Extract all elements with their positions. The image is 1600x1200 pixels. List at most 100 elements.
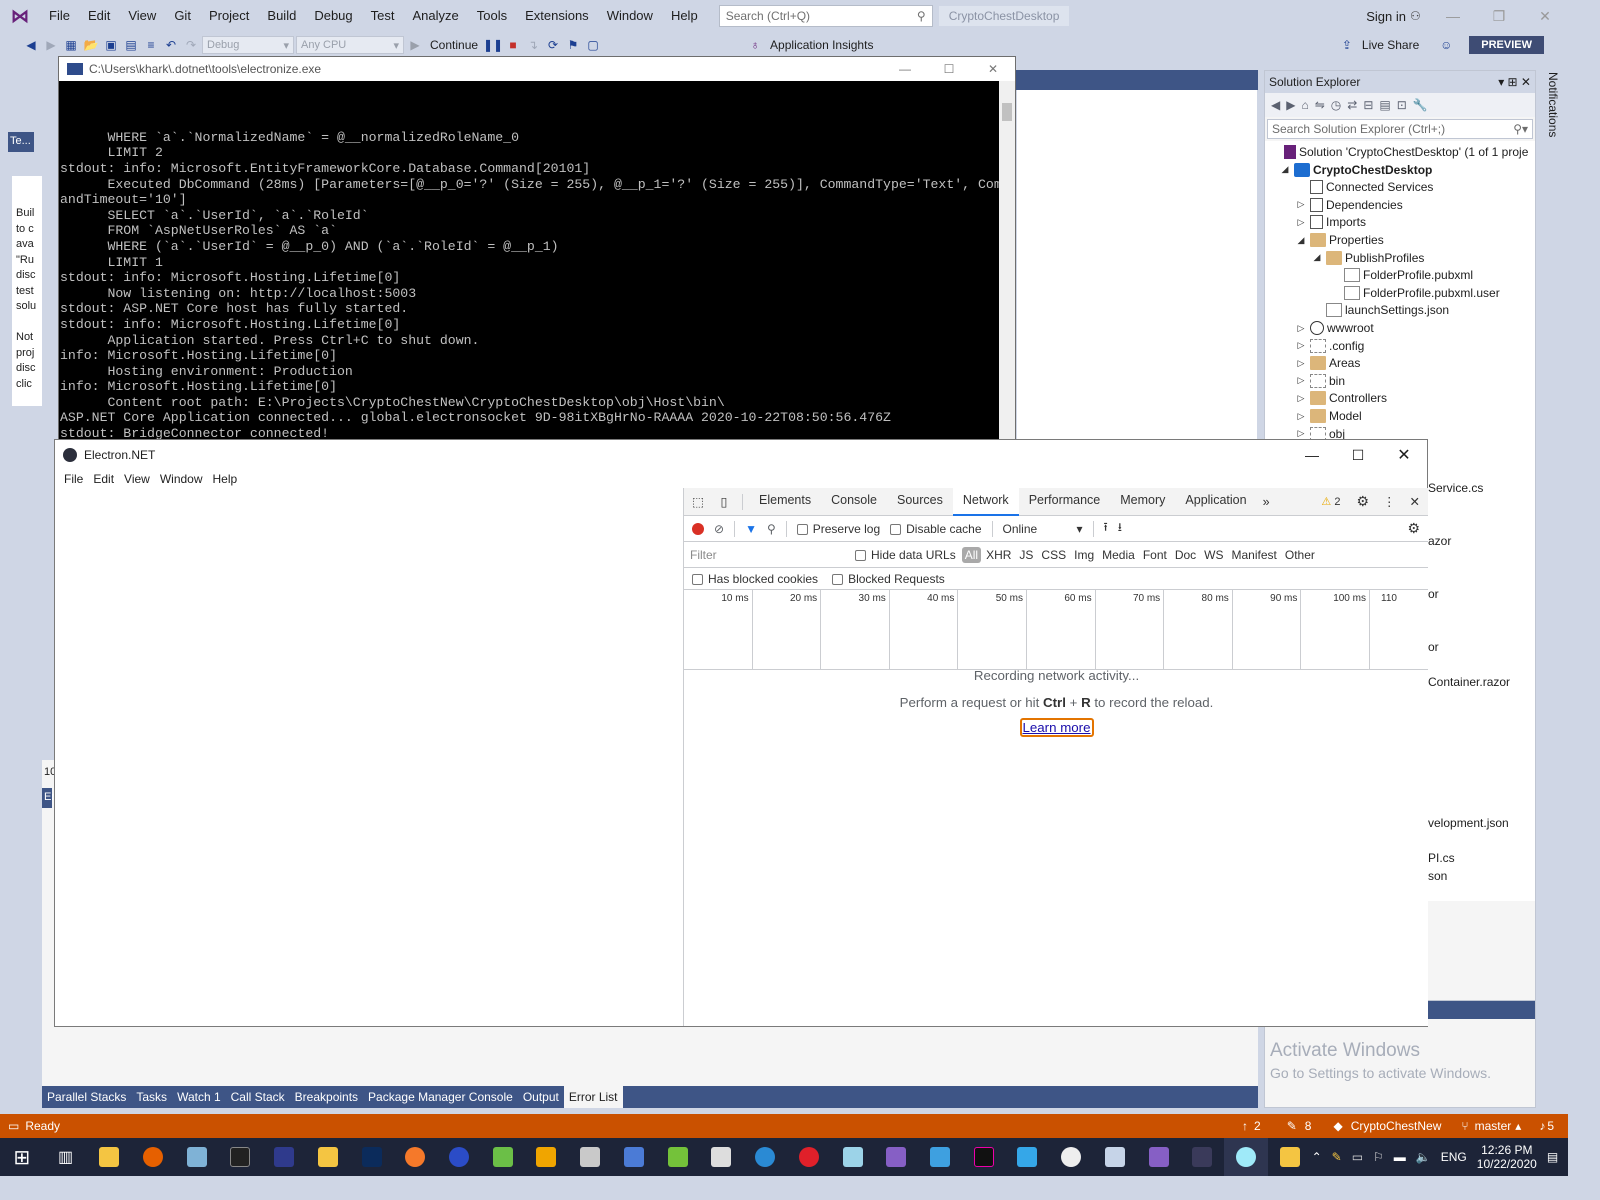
notifications-count[interactable]: 5 [1547,1119,1554,1133]
bottom-tab-parallel-stacks[interactable]: Parallel Stacks [42,1086,131,1108]
tree-item[interactable]: Solution 'CryptoChestDesktop' (1 of 1 pr… [1269,143,1528,161]
learn-more-link[interactable]: Learn more [1019,718,1094,737]
type-filter-img[interactable]: Img [1071,547,1097,563]
devtools-tab-memory[interactable]: Memory [1110,487,1175,516]
error-panel-tab[interactable]: Er [42,788,55,808]
terminal-icon[interactable] [219,1138,263,1176]
volume-icon[interactable]: 🔈 [1416,1150,1431,1164]
tray-icon-1[interactable]: ✎ [1332,1150,1342,1164]
sign-in-link[interactable]: Sign in [1366,9,1406,24]
tray-expand-icon[interactable]: ⌃ [1312,1150,1322,1164]
console-minimize-icon[interactable]: — [883,62,927,76]
task-view-icon[interactable]: ▥ [44,1138,88,1176]
tree-item[interactable]: ▷ Dependencies [1295,196,1403,214]
tree-item[interactable]: ◢ PublishProfiles [1311,249,1424,267]
notifications-tab[interactable]: Notifications [1546,72,1560,137]
menu-item-window[interactable]: Window [598,0,662,32]
collapsed-arrow-icon[interactable]: ▷ [1295,411,1307,422]
electron-maximize-icon[interactable]: ☐ [1335,447,1381,464]
notifications-bell-icon[interactable]: ♪ [1539,1119,1545,1133]
save-icon[interactable]: ▣ [102,36,120,54]
back-icon[interactable]: ◀ [22,36,40,54]
console-close-icon[interactable]: ✕ [971,62,1015,76]
app-insights-icon[interactable]: ♁ [746,36,764,54]
inspect-element-icon[interactable]: ⬚ [684,494,712,509]
collapsed-arrow-icon[interactable]: ▷ [1295,358,1307,369]
format-icon[interactable]: ≡ [142,36,160,54]
stop-icon[interactable]: ■ [504,36,522,54]
menu-item-edit[interactable]: Edit [79,0,119,32]
tree-item[interactable]: ▷ Areas [1295,354,1360,372]
tree-item[interactable]: launchSettings.json [1311,301,1449,319]
pane-controls-icon[interactable]: ▾ ⊞ ✕ [1498,75,1531,89]
home-icon[interactable]: ⌂ [1301,98,1308,112]
throttling-dropdown[interactable]: Online ▾ [1003,522,1083,536]
bottom-tab-watch-1[interactable]: Watch 1 [172,1086,226,1108]
devtools-settings-icon[interactable]: ⚙ [1340,493,1377,510]
bottom-tab-tasks[interactable]: Tasks [131,1086,172,1108]
menu-item-analyze[interactable]: Analyze [403,0,467,32]
tree-item[interactable]: FolderProfile.pubxml [1329,266,1473,284]
console-task-icon[interactable] [1180,1138,1224,1176]
continue-button[interactable]: Continue [426,38,482,52]
app-icon-24[interactable] [1093,1138,1137,1176]
hide-data-urls-checkbox[interactable]: Hide data URLs [855,548,956,562]
undo-icon[interactable]: ↶ [162,36,180,54]
visual-studio-logo-icon[interactable]: ⋈ [0,0,40,32]
app-icon-13[interactable] [612,1138,656,1176]
clock[interactable]: 12:26 PM 10/22/2020 [1477,1143,1537,1171]
photoshop-icon[interactable] [350,1138,394,1176]
tree-item[interactable]: ▷ Model [1295,407,1362,425]
electron-menu-window[interactable]: Window [155,472,208,486]
hot-reload-icon[interactable]: ⚑ [564,36,582,54]
language-indicator[interactable]: ENG [1441,1150,1467,1164]
continue-play-icon[interactable]: ▶ [406,36,424,54]
expanded-arrow-icon[interactable]: ◢ [1279,164,1291,175]
type-filter-ws[interactable]: WS [1201,547,1226,563]
more-tabs-icon[interactable]: » [1257,495,1276,509]
has-blocked-cookies-checkbox[interactable]: Has blocked cookies [692,572,818,586]
screenshot-icon[interactable]: ▢ [584,36,602,54]
forward-icon[interactable]: ▶ [42,36,60,54]
blender-icon[interactable] [393,1138,437,1176]
action-center-icon[interactable]: ▤ [1547,1150,1558,1164]
devtools-close-icon[interactable]: ✕ [1402,494,1428,509]
file-explorer-icon[interactable] [87,1138,131,1176]
filter-icon[interactable]: ▼ [745,522,757,536]
collapsed-arrow-icon[interactable]: ▷ [1295,393,1307,404]
repo-name[interactable]: CryptoChestNew [1351,1119,1442,1133]
electron-close-icon[interactable]: ✕ [1381,445,1427,465]
app-icon-5[interactable] [262,1138,306,1176]
changes-count[interactable]: 8 [1305,1119,1312,1133]
app-icon-22[interactable] [1006,1138,1050,1176]
vs-search-box[interactable]: Search (Ctrl+Q) ⚲ [718,5,933,27]
menu-item-git[interactable]: Git [165,0,200,32]
folder-icon[interactable] [306,1138,350,1176]
app-icon-9[interactable] [437,1138,481,1176]
electron-menu-view[interactable]: View [119,472,155,486]
collapsed-arrow-icon[interactable]: ▷ [1295,428,1307,439]
bottom-tab-breakpoints[interactable]: Breakpoints [290,1086,363,1108]
close-icon[interactable]: ✕ [1522,0,1568,32]
bottom-tab-output[interactable]: Output [518,1086,564,1108]
electron-menu-help[interactable]: Help [208,472,243,486]
record-icon[interactable] [692,522,704,535]
tree-item[interactable]: ▷ .config [1295,337,1364,355]
restore-icon[interactable]: ❐ [1476,0,1522,32]
back-icon[interactable]: ◀ [1271,98,1280,112]
import-har-icon[interactable]: ⭱ [1104,518,1108,539]
disable-cache-checkbox[interactable]: Disable cache [890,522,982,536]
expanded-arrow-icon[interactable]: ◢ [1295,235,1307,246]
calendar-icon[interactable] [700,1138,744,1176]
solution-explorer-search[interactable]: Search Solution Explorer (Ctrl+;) ⚲▾ [1267,119,1533,139]
firefox-icon[interactable] [131,1138,175,1176]
menu-item-extensions[interactable]: Extensions [516,0,598,32]
app-icon-23[interactable] [1049,1138,1093,1176]
collapsed-arrow-icon[interactable]: ▷ [1295,375,1307,386]
history-icon[interactable]: ◷ [1331,98,1341,112]
tray-icon-2[interactable]: ▭ [1352,1150,1363,1164]
devtools-tab-application[interactable]: Application [1175,487,1256,516]
bottom-tab-call-stack[interactable]: Call Stack [226,1086,290,1108]
devtools-tab-sources[interactable]: Sources [887,487,953,516]
tree-item[interactable]: ▷ Imports [1295,213,1366,231]
